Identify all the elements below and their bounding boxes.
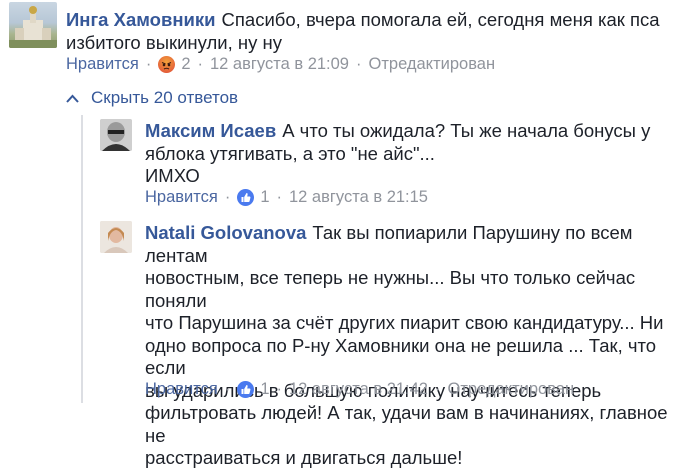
separator-dot: ·: [356, 55, 362, 73]
thread-line: [81, 115, 83, 403]
comment-line: А что ты ожидала? Ты же начала бонусы у: [282, 120, 651, 141]
like-reaction-icon[interactable]: [237, 381, 255, 398]
hide-replies-label: Скрыть 20 ответов: [91, 88, 239, 107]
person-photo-icon: [100, 119, 132, 151]
separator-dot: ·: [276, 380, 283, 398]
comment-author[interactable]: Инга Хамовники: [66, 9, 216, 30]
comment-meta: Нравится · 1 · 12 августа в 21:15: [145, 188, 428, 207]
angry-reaction-icon[interactable]: [158, 56, 176, 73]
separator-dot: ·: [435, 380, 441, 398]
like-button[interactable]: Нравится: [145, 188, 218, 207]
comment-text: Инга Хамовники Спасибо, вчера помогала ей…: [66, 9, 666, 54]
separator-dot: ·: [145, 55, 152, 73]
like-reaction-icon[interactable]: [237, 189, 255, 206]
comment-timestamp[interactable]: 12 августа в 21:09: [210, 55, 349, 74]
comment-line: одно вопроса по Р-ну Хамовники она не ре…: [145, 334, 657, 379]
comment-author[interactable]: Natali Golovanova: [145, 222, 306, 243]
avatar[interactable]: [9, 2, 57, 48]
comment-meta: Нравится · 1 · 12 августа в 21:42 · Отре…: [145, 380, 574, 399]
reaction-count[interactable]: 1: [260, 188, 269, 207]
edited-label[interactable]: Отредактирован: [369, 55, 496, 74]
separator-dot: ·: [224, 380, 231, 398]
comment-text: Максим Исаев А что ты ожидала? Ты же нача…: [145, 120, 670, 188]
comment-text: Natali Golovanova Так вы попиарили Паруши…: [145, 222, 670, 470]
comment-line: новостным, все теперь не нужны... Вы что…: [145, 267, 636, 311]
comment-line: расстраиваться и двигаться дальше!: [145, 447, 463, 468]
like-button[interactable]: Нравится: [145, 380, 218, 399]
comment-author[interactable]: Максим Исаев: [145, 120, 276, 141]
church-image-icon: [9, 6, 57, 48]
separator-dot: ·: [224, 188, 231, 206]
comment-timestamp[interactable]: 12 августа в 21:15: [289, 188, 428, 207]
avatar[interactable]: [100, 119, 132, 151]
avatar[interactable]: [100, 221, 132, 253]
edited-label[interactable]: Отредактирован: [448, 380, 575, 399]
reaction-count[interactable]: 2: [181, 55, 190, 74]
comment-line: избитого выкинули, ну ну: [66, 31, 282, 53]
person-photo-icon: [100, 221, 132, 253]
separator-dot: ·: [197, 55, 204, 73]
comment-line: фильтровать людей! А так, удачи вам в на…: [145, 402, 668, 446]
comment-line: ИМХО: [145, 165, 200, 186]
hide-replies-link[interactable]: Скрыть 20 ответов: [66, 88, 238, 108]
separator-dot: ·: [276, 188, 283, 206]
chevron-up-icon: [66, 88, 79, 108]
like-button[interactable]: Нравится: [66, 55, 139, 74]
comment-line: яблока утягивать, а это "не айс"...: [145, 142, 435, 164]
comment-line: Спасибо, вчера помогала ей, сегодня меня…: [221, 9, 660, 30]
comment-line: что Парушина за счёт других пиарит свою …: [145, 312, 664, 333]
comment-timestamp[interactable]: 12 августа в 21:42: [289, 380, 428, 399]
comment-meta: Нравится · 2 · 12 августа в 21:09 · Отре…: [66, 55, 495, 74]
reaction-count[interactable]: 1: [260, 380, 269, 399]
